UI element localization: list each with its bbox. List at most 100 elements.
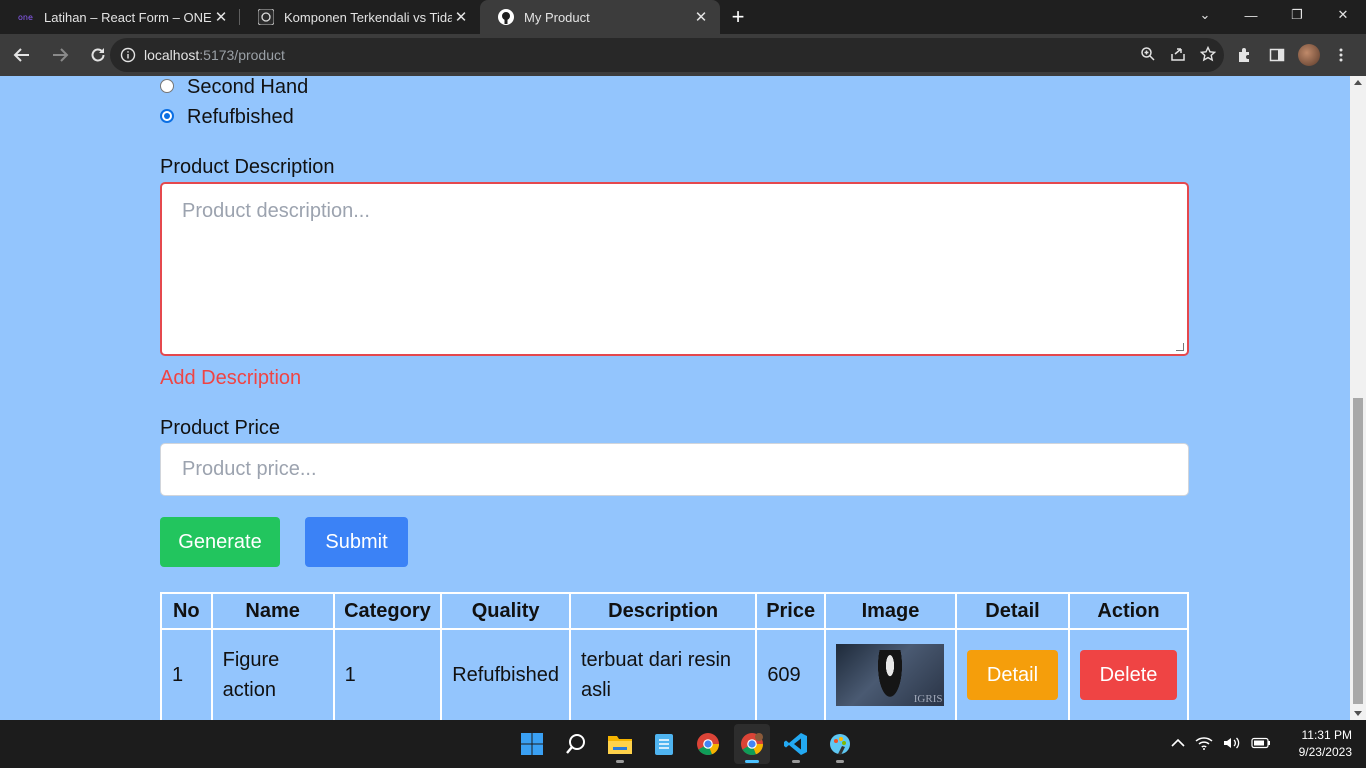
header-detail: Detail xyxy=(954,592,1071,630)
restore-icon[interactable]: ❐ xyxy=(1274,0,1320,30)
cell-quality: Refufbished xyxy=(440,628,571,720)
detail-button[interactable]: Detail xyxy=(966,650,1058,700)
window-controls: ⌄ — ❐ ✕ xyxy=(1182,0,1366,30)
price-input[interactable]: Product price... xyxy=(160,443,1189,496)
github-icon xyxy=(498,9,514,25)
cell-price: 609 xyxy=(755,628,826,720)
side-panel-icon[interactable] xyxy=(1266,44,1288,66)
browser-toolbar: localhost:5173/product xyxy=(0,34,1366,76)
cell-image: IGRIS xyxy=(824,628,957,720)
vertical-scrollbar[interactable] xyxy=(1350,76,1366,720)
url-host: localhost xyxy=(144,47,200,63)
running-indicator xyxy=(616,760,624,763)
tab-search-icon[interactable]: ⌄ xyxy=(1182,0,1228,30)
tab-komponen[interactable]: Komponen Terkendali vs Tidak Te ✕ xyxy=(240,0,480,34)
cell-description: terbuat dari resin asli xyxy=(568,628,758,720)
header-price: Price xyxy=(755,592,826,630)
more-menu-icon[interactable] xyxy=(1330,44,1352,66)
figure-silhouette xyxy=(876,650,905,702)
submit-button[interactable]: Submit xyxy=(305,517,408,567)
site-info-icon[interactable] xyxy=(120,47,136,63)
close-window-icon[interactable]: ✕ xyxy=(1320,0,1366,30)
tab-strip: one Latihan – React Form – ONE by A ✕ Ko… xyxy=(0,0,1366,34)
header-description: Description xyxy=(568,592,758,630)
running-indicator xyxy=(745,760,759,763)
back-icon[interactable] xyxy=(6,39,38,71)
wifi-icon[interactable] xyxy=(1195,736,1213,753)
volume-icon[interactable] xyxy=(1223,736,1241,753)
scroll-down-icon[interactable] xyxy=(1354,711,1362,716)
image-caption: IGRIS xyxy=(913,693,943,705)
tab-title: Latihan – React Form – ONE by A xyxy=(44,9,212,25)
start-windows-icon[interactable] xyxy=(514,724,550,764)
radio-refurbished[interactable]: Refufbished xyxy=(160,106,294,129)
header-category: Category xyxy=(332,592,443,630)
file-explorer-icon[interactable] xyxy=(602,724,638,764)
chevron-up-icon[interactable] xyxy=(1171,737,1185,751)
vscode-icon[interactable] xyxy=(778,724,814,764)
page-content: Second Hand Refufbished Product Descript… xyxy=(0,76,1350,720)
description-textarea[interactable]: Product description... xyxy=(160,182,1189,356)
product-table: No Name Category Quality Description Pri… xyxy=(160,592,1189,720)
table-header-row: No Name Category Quality Description Pri… xyxy=(160,592,1189,630)
svg-text:one: one xyxy=(18,13,33,22)
battery-icon[interactable] xyxy=(1251,737,1271,752)
scrollbar-thumb[interactable] xyxy=(1353,398,1363,704)
share-icon[interactable] xyxy=(1170,46,1186,65)
radio-second-hand[interactable]: Second Hand xyxy=(160,76,308,99)
description-error: Add Description xyxy=(160,367,302,389)
description-placeholder: Product description... xyxy=(182,200,370,222)
radio-label: Second Hand xyxy=(187,76,309,98)
scroll-up-icon[interactable] xyxy=(1354,80,1362,85)
search-icon[interactable] xyxy=(558,724,594,764)
clock-time: 11:31 PM xyxy=(1301,728,1352,742)
notepad-icon[interactable] xyxy=(646,724,682,764)
tab-my-product[interactable]: My Product ✕ xyxy=(480,0,720,34)
header-no: No xyxy=(160,592,213,630)
address-bar[interactable]: localhost:5173/product xyxy=(110,38,1224,72)
table-row: 1 Figure action 1 Refufbished terbuat da… xyxy=(160,628,1189,720)
extensions-puzzle-icon[interactable] xyxy=(1234,44,1256,66)
resize-handle-icon[interactable] xyxy=(1176,343,1184,351)
zoom-icon[interactable] xyxy=(1140,46,1156,65)
forward-icon[interactable] xyxy=(44,39,76,71)
system-tray: 11:31 PM 9/23/2023 xyxy=(1171,720,1352,768)
chatgpt-icon xyxy=(258,9,274,25)
minimize-icon[interactable]: — xyxy=(1228,0,1274,30)
header-action: Action xyxy=(1068,592,1189,630)
tab-title: My Product xyxy=(524,9,590,25)
close-tab-icon[interactable]: ✕ xyxy=(692,8,710,26)
clock[interactable]: 11:31 PM 9/23/2023 xyxy=(1299,727,1352,761)
description-label: Product Description xyxy=(160,156,335,178)
cell-detail: Detail xyxy=(954,628,1071,720)
product-image: IGRIS xyxy=(836,644,945,706)
cell-category: 1 xyxy=(332,628,443,720)
close-tab-icon[interactable]: ✕ xyxy=(452,8,470,26)
chrome-icon[interactable] xyxy=(690,724,726,764)
running-indicator xyxy=(836,760,844,763)
paint-icon[interactable] xyxy=(822,724,858,764)
header-quality: Quality xyxy=(440,592,571,630)
profile-avatar[interactable] xyxy=(1298,44,1320,66)
header-image: Image xyxy=(824,592,957,630)
close-tab-icon[interactable]: ✕ xyxy=(212,8,230,26)
price-label: Product Price xyxy=(160,417,281,439)
cell-name: Figure action xyxy=(210,628,335,720)
radio-button[interactable] xyxy=(160,78,174,93)
generate-button[interactable]: Generate xyxy=(160,517,280,567)
price-placeholder: Product price... xyxy=(182,458,317,480)
clock-date: 9/23/2023 xyxy=(1298,745,1352,759)
header-name: Name xyxy=(210,592,335,630)
one-logo-icon: one xyxy=(18,9,34,25)
cell-no: 1 xyxy=(160,628,213,720)
tab-react-form[interactable]: one Latihan – React Form – ONE by A ✕ xyxy=(0,0,240,34)
radio-label: Refufbished xyxy=(187,106,294,128)
delete-button[interactable]: Delete xyxy=(1080,650,1177,700)
bookmark-star-icon[interactable] xyxy=(1199,45,1217,65)
radio-button[interactable] xyxy=(160,108,174,123)
cell-action: Delete xyxy=(1068,628,1189,720)
chrome-profile-icon[interactable] xyxy=(734,724,770,764)
running-indicator xyxy=(792,760,800,763)
taskbar: 11:31 PM 9/23/2023 xyxy=(0,720,1366,768)
new-tab-icon[interactable]: + xyxy=(720,0,756,34)
